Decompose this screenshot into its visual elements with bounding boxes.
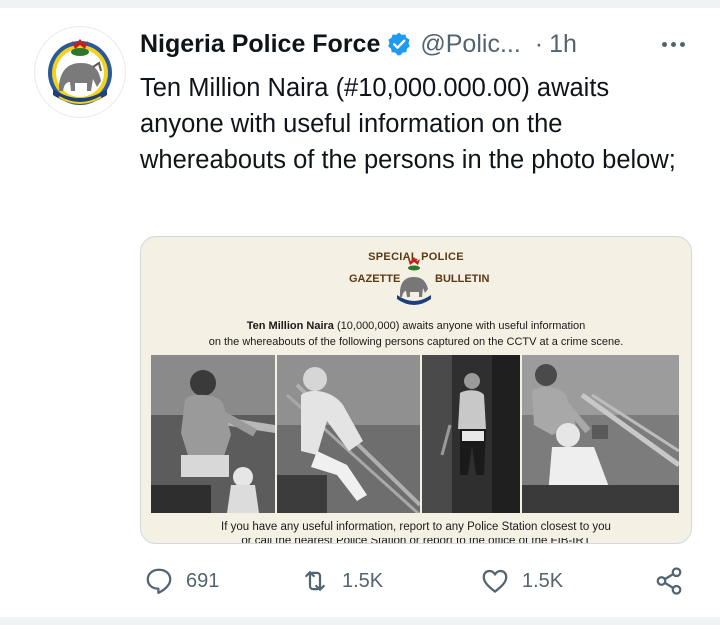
cctv-photo-1 bbox=[151, 355, 275, 513]
retweet-button[interactable]: 1.5K bbox=[300, 561, 383, 601]
bulletin-body-bold: Ten Million Naira bbox=[246, 320, 334, 332]
tweet-header: Nigeria Police Force @Polic... · 1h bbox=[140, 24, 702, 64]
author-name[interactable]: Nigeria Police Force bbox=[140, 30, 380, 59]
bulletin-footer: If you have any useful information, repo… bbox=[221, 521, 611, 533]
retweet-count: 1.5K bbox=[342, 569, 384, 592]
like-button[interactable]: 1.5K bbox=[480, 561, 563, 601]
reply-icon bbox=[146, 568, 172, 594]
bulletin-title-left: GAZETTE bbox=[349, 273, 401, 285]
tweet-actions: 691 1.5K 1.5K bbox=[140, 561, 690, 601]
bottom-divider bbox=[0, 617, 720, 625]
bulletin-body-line1: Ten Million Naira (10,000,000) awaits an… bbox=[141, 320, 691, 332]
cctv-photo-2 bbox=[277, 355, 420, 513]
cctv-photo-4 bbox=[522, 355, 679, 513]
share-button[interactable] bbox=[654, 561, 684, 601]
author-handle[interactable]: @Polic... bbox=[420, 30, 520, 59]
bulletin-footer-cut: or call the nearest Police Station or re… bbox=[241, 538, 591, 544]
timestamp[interactable]: 1h bbox=[549, 30, 577, 59]
bulletin-body-line2: on the whereabouts of the following pers… bbox=[208, 336, 624, 348]
top-divider bbox=[0, 0, 720, 8]
tweet-media-image[interactable]: SPECIAL POLICE GAZETTE BULLETIN Ten Mill… bbox=[140, 236, 692, 544]
like-count: 1.5K bbox=[522, 569, 564, 592]
retweet-icon bbox=[305, 571, 325, 591]
verified-badge-icon bbox=[388, 32, 411, 56]
bulletin-crest-icon bbox=[397, 257, 431, 305]
reply-button[interactable]: 691 bbox=[144, 561, 219, 601]
bulletin-body-rest: (10,000,000) awaits anyone with useful i… bbox=[333, 320, 586, 332]
tweet-text: Ten Million Naira (#10,000.000.00) await… bbox=[140, 74, 676, 174]
share-icon bbox=[656, 567, 682, 595]
separator-dot: · bbox=[534, 29, 544, 58]
bulletin-title-right: BULLETIN bbox=[435, 273, 490, 285]
cctv-photo-strip bbox=[151, 355, 681, 513]
avatar[interactable] bbox=[34, 26, 126, 118]
police-crest-icon bbox=[48, 39, 112, 105]
like-icon bbox=[482, 569, 508, 593]
reply-count: 691 bbox=[186, 569, 220, 592]
cctv-photo-3 bbox=[422, 355, 520, 513]
more-options-icon[interactable] bbox=[662, 34, 692, 54]
